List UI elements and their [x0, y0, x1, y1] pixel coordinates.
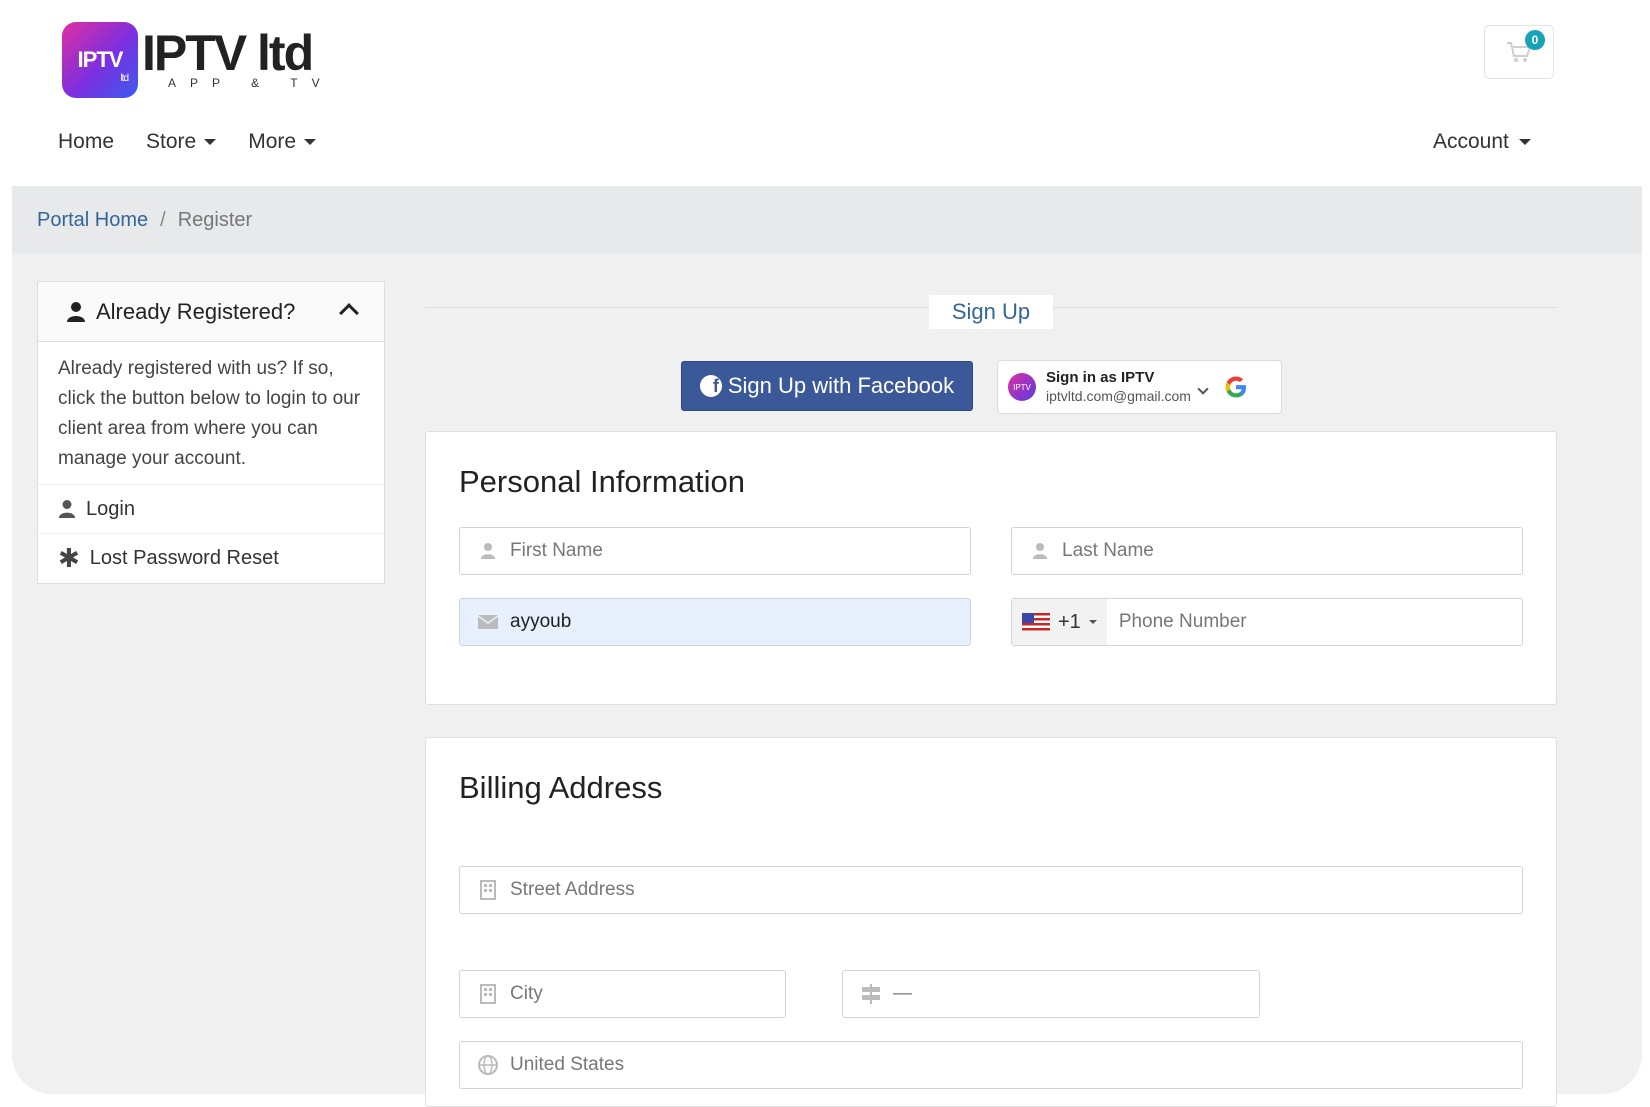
nav-home-label: Home: [58, 130, 115, 153]
logo-badge-text: IPTV: [77, 47, 124, 72]
google-account-info: Sign in as IPTV iptvltd.com@gmail.com: [1046, 369, 1191, 405]
phone-number-placeholder: Phone Number: [1118, 611, 1247, 632]
caret-down-icon: [304, 139, 317, 145]
email-value: ayyoub: [510, 611, 572, 632]
nav-account-label: Account: [1433, 130, 1509, 153]
site-header: IPTV ltd IPTV ltd APP & TV 0 Home Store …: [0, 0, 1650, 186]
building-icon: [478, 984, 498, 1004]
last-name-placeholder: Last Name: [1062, 540, 1154, 561]
google-signin-button[interactable]: IPTV Sign in as IPTV iptvltd.com@gmail.c…: [997, 360, 1282, 414]
cart-button[interactable]: 0: [1484, 25, 1554, 79]
signpost-icon: [861, 984, 881, 1004]
city-placeholder: City: [510, 983, 543, 1004]
panel-title: Already Registered?: [96, 298, 296, 324]
country-value: United States: [510, 1054, 625, 1075]
facebook-icon: f: [699, 375, 722, 397]
google-account-email: iptvltd.com@gmail.com: [1046, 388, 1191, 404]
street-address-placeholder: Street Address: [510, 879, 635, 900]
lost-password-link[interactable]: ✱ Lost Password Reset: [38, 534, 384, 583]
last-name-input[interactable]: Last Name: [1011, 527, 1523, 575]
breadcrumb-home-link[interactable]: Portal Home: [37, 209, 148, 232]
panel-body-text: Already registered with us? If so, click…: [38, 342, 384, 485]
facebook-signup-label: Sign Up with Facebook: [727, 373, 955, 398]
envelope-icon: [478, 615, 498, 629]
google-account-avatar: IPTV: [1008, 373, 1036, 401]
first-name-input[interactable]: First Name: [459, 527, 971, 575]
cart-count-badge: 0: [1525, 30, 1545, 50]
building-icon: [478, 880, 498, 900]
user-icon: [67, 301, 85, 322]
chevron-up-icon[interactable]: [339, 303, 359, 323]
logo-tagline: APP & TV: [168, 76, 334, 90]
first-name-placeholder: First Name: [510, 540, 603, 561]
logo-text: IPTV ltd APP & TV: [142, 25, 334, 90]
nav-item-home[interactable]: Home: [58, 130, 114, 154]
logo-main-text: IPTV ltd: [142, 25, 314, 81]
personal-information-heading: Personal Information: [459, 464, 746, 499]
site-logo[interactable]: IPTV ltd IPTV ltd APP & TV: [62, 20, 334, 100]
email-input[interactable]: ayyoub: [459, 598, 971, 646]
lost-password-label: Lost Password Reset: [89, 547, 279, 569]
logo-badge-sub: ltd: [120, 73, 129, 84]
google-icon: [1225, 376, 1246, 398]
state-select[interactable]: —: [842, 970, 1260, 1018]
nav-store-label: Store: [146, 130, 197, 153]
signup-title: Sign Up: [929, 295, 1053, 329]
facebook-signup-button[interactable]: f Sign Up with Facebook: [681, 361, 973, 411]
breadcrumb: Portal Home / Register: [12, 186, 1642, 254]
asterisk-icon: ✱: [58, 543, 80, 573]
phone-number-input[interactable]: +1 Phone Number: [1011, 598, 1523, 646]
personal-information-card: Personal Information First Name Last Nam…: [425, 431, 1557, 705]
nav-item-account[interactable]: Account: [1433, 130, 1531, 154]
city-input[interactable]: City: [459, 970, 786, 1018]
country-code-selector[interactable]: +1: [1012, 599, 1107, 645]
breadcrumb-separator: /: [160, 208, 166, 231]
phone-country-code: +1: [1058, 610, 1081, 633]
main-nav: Home Store More: [58, 130, 317, 154]
caret-down-icon: [1088, 620, 1097, 624]
main-content: Portal Home / Register Already Registere…: [12, 186, 1642, 1107]
already-registered-panel: Already Registered? Already registered w…: [37, 281, 385, 584]
globe-icon: [478, 1055, 498, 1075]
user-icon: [1030, 542, 1050, 560]
nav-more-label: More: [248, 130, 297, 153]
state-value: —: [893, 983, 912, 1004]
billing-address-heading: Billing Address: [459, 770, 663, 805]
caret-down-icon: [1518, 139, 1531, 145]
caret-down-icon: [204, 139, 217, 145]
login-link[interactable]: Login: [38, 485, 384, 534]
logo-badge: IPTV ltd: [62, 22, 138, 98]
nav-item-more[interactable]: More: [248, 130, 317, 154]
breadcrumb-current: Register: [177, 208, 253, 231]
panel-header[interactable]: Already Registered?: [38, 282, 384, 342]
nav-item-store[interactable]: Store: [146, 130, 217, 154]
user-icon: [58, 500, 76, 518]
login-label: Login: [86, 497, 135, 520]
billing-address-card: Billing Address Street Address City — Un…: [425, 737, 1557, 1107]
street-address-input[interactable]: Street Address: [459, 866, 1523, 914]
country-select[interactable]: United States: [459, 1041, 1523, 1089]
chevron-down-icon[interactable]: [1197, 383, 1209, 395]
google-account-name: Sign in as IPTV: [1046, 369, 1155, 386]
us-flag-icon: [1022, 613, 1050, 631]
user-icon: [478, 542, 498, 560]
